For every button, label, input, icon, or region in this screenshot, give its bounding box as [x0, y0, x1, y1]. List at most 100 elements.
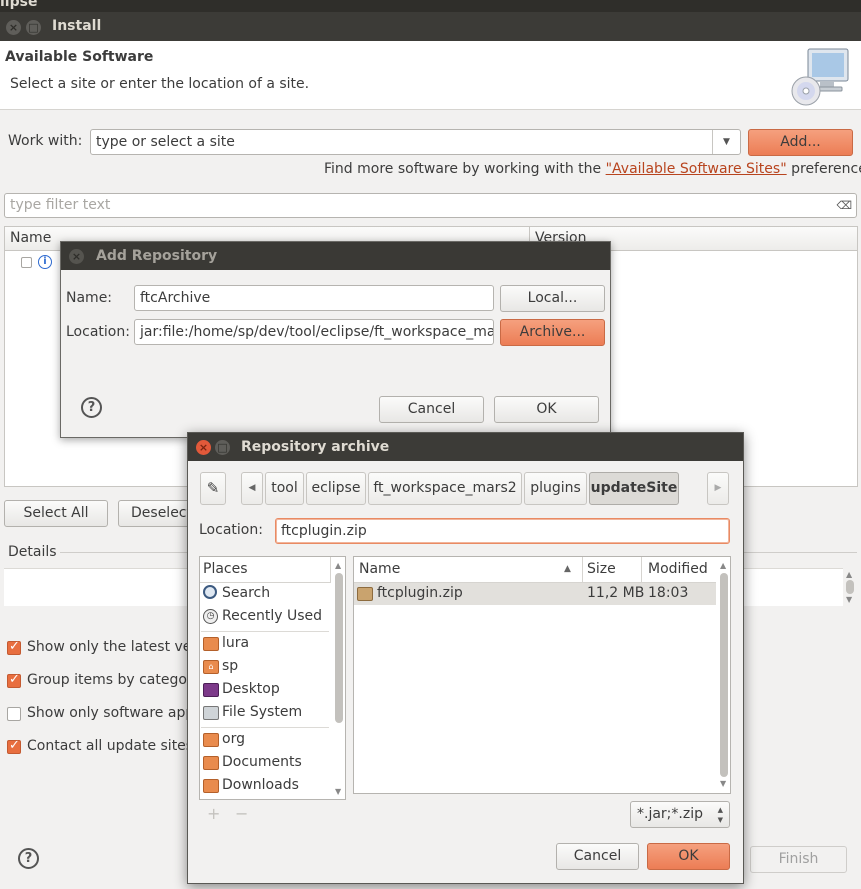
add-repository-dialog: × Add Repository Name: ftcArchive Local.…	[60, 241, 611, 438]
details-scrollbar[interactable]: ▲ ▼	[843, 568, 857, 606]
place-lura[interactable]: lura	[201, 634, 329, 656]
ok-button[interactable]: OK	[494, 396, 599, 423]
breadcrumb-updatesite[interactable]: updateSite	[589, 472, 679, 505]
folder-icon	[203, 733, 219, 747]
close-icon[interactable]: ×	[6, 20, 21, 35]
breadcrumb-ft-workspace[interactable]: ft_workspace_mars2	[368, 472, 522, 505]
top-strip: lipse	[0, 0, 861, 12]
work-with-combo[interactable]: type or select a site ▼	[90, 129, 741, 155]
place-org[interactable]: org	[201, 730, 329, 752]
repository-archive-titlebar: × □ Repository archive	[188, 433, 743, 461]
files-header: Name ▲ Size Modified	[354, 557, 716, 583]
documents-icon	[203, 756, 219, 770]
places-header-label: Places	[203, 561, 248, 577]
edit-path-button[interactable]: ✎	[200, 472, 226, 505]
file-column-size[interactable]: Size	[587, 561, 616, 577]
clear-filter-icon[interactable]: ⌫	[836, 194, 852, 217]
option-checkbox-applicable[interactable]	[7, 707, 21, 721]
place-label-sp: sp	[222, 658, 239, 674]
option-checkbox-contact[interactable]	[7, 738, 21, 754]
option-checkbox-group[interactable]	[7, 672, 21, 688]
add-repository-title: Add Repository	[96, 248, 218, 264]
files-pane[interactable]: Name ▲ Size Modified ftcplugin.zip 11,2 …	[353, 556, 731, 794]
archive-ok-button[interactable]: OK	[647, 843, 730, 870]
file-name: ftcplugin.zip	[377, 585, 463, 601]
name-value: ftcArchive	[140, 290, 211, 306]
help-icon[interactable]: ?	[18, 848, 39, 869]
cancel-button[interactable]: Cancel	[379, 396, 484, 423]
breadcrumb-tool[interactable]: tool	[265, 472, 304, 505]
column-name[interactable]: Name	[10, 230, 51, 246]
scroll-up-icon[interactable]: ▲	[335, 561, 341, 570]
help-icon[interactable]: ?	[81, 397, 102, 418]
files-col-divider-1	[582, 557, 583, 583]
places-scrollbar[interactable]: ▲ ▼	[333, 557, 345, 799]
place-recently-used[interactable]: ◷ Recently Used	[201, 607, 329, 629]
local-button[interactable]: Local...	[500, 285, 605, 312]
location-field[interactable]: jar:file:/home/sp/dev/tool/eclipse/ft_wo…	[134, 319, 494, 345]
close-icon[interactable]: ×	[69, 249, 84, 264]
scroll-down-icon[interactable]: ▼	[846, 595, 852, 604]
chevron-down-icon[interactable]: ▼	[712, 130, 740, 154]
option-checkbox-latest[interactable]	[7, 639, 21, 655]
option-label-group[interactable]: Group items by category	[27, 672, 201, 688]
path-back-arrow[interactable]: ◀	[241, 472, 263, 505]
breadcrumb-plugins[interactable]: plugins	[524, 472, 587, 505]
place-documents[interactable]: Documents	[201, 753, 329, 775]
places-separator-1	[201, 631, 329, 632]
scroll-thumb[interactable]	[335, 573, 343, 723]
archive-button[interactable]: Archive...	[500, 319, 605, 346]
files-scrollbar[interactable]: ▲ ▼	[718, 557, 730, 793]
select-all-button[interactable]: Select All	[4, 500, 108, 527]
place-desktop[interactable]: Desktop	[201, 680, 329, 702]
breadcrumb-eclipse[interactable]: eclipse	[306, 472, 366, 505]
name-label: Name:	[66, 290, 113, 306]
place-sp[interactable]: ⌂ sp	[201, 657, 329, 679]
places-header: Places	[200, 557, 331, 583]
add-site-button[interactable]: Add...	[748, 129, 853, 156]
desktop-icon	[203, 683, 219, 697]
top-title: lipse	[0, 0, 38, 10]
file-row[interactable]: ftcplugin.zip 11,2 MB 18:03	[354, 583, 716, 605]
filter-placeholder: type filter text	[10, 197, 111, 213]
name-field[interactable]: ftcArchive	[134, 285, 494, 311]
finish-button[interactable]: Finish	[750, 846, 847, 873]
file-column-name[interactable]: Name	[359, 561, 400, 577]
option-label-latest[interactable]: Show only the latest vers	[27, 639, 204, 655]
scroll-down-icon[interactable]: ▼	[335, 787, 341, 796]
window-title: Install	[52, 18, 102, 34]
place-downloads[interactable]: Downloads	[201, 776, 329, 798]
filter-input[interactable]: type filter text ⌫	[4, 193, 857, 218]
close-icon[interactable]: ×	[196, 440, 211, 455]
folder-icon	[203, 637, 219, 651]
file-size: 11,2 MB	[587, 585, 645, 601]
header-banner: Available Software Select a site or ente…	[0, 41, 861, 110]
archive-cancel-button[interactable]: Cancel	[556, 843, 639, 870]
archive-location-value: ftcplugin.zip	[281, 523, 367, 539]
file-column-modified[interactable]: Modified	[648, 561, 708, 577]
option-label-applicable[interactable]: Show only software app	[27, 705, 194, 721]
pencil-icon: ✎	[206, 479, 220, 497]
tree-row-checkbox[interactable]	[21, 257, 32, 268]
file-filter-combo[interactable]: *.jar;*.zip ▲ ▼	[630, 801, 730, 828]
scroll-thumb[interactable]	[846, 580, 854, 594]
scroll-thumb[interactable]	[720, 573, 728, 777]
maximize-icon[interactable]: □	[215, 440, 230, 455]
path-forward-arrow[interactable]: ▶	[707, 472, 729, 505]
maximize-icon[interactable]: □	[26, 20, 41, 35]
scroll-up-icon[interactable]: ▲	[720, 561, 726, 570]
option-label-contact[interactable]: Contact all update sites	[27, 738, 193, 754]
place-file-system[interactable]: File System	[201, 703, 329, 725]
available-sites-link[interactable]: "Available Software Sites"	[606, 161, 787, 177]
place-search[interactable]: Search	[201, 584, 329, 606]
add-place-button[interactable]: +	[207, 804, 220, 823]
scroll-up-icon[interactable]: ▲	[846, 570, 852, 579]
scroll-down-icon[interactable]: ▼	[720, 779, 726, 788]
combo-arrows-icon: ▲ ▼	[717, 806, 723, 824]
sort-ascending-icon[interactable]: ▲	[564, 564, 571, 574]
location-value: jar:file:/home/sp/dev/tool/eclipse/ft_wo…	[140, 324, 494, 340]
remove-place-button[interactable]: −	[235, 804, 248, 823]
archive-location-field[interactable]: ftcplugin.zip	[275, 518, 730, 544]
place-label-org: org	[222, 731, 245, 747]
deselect-all-button[interactable]: Deselect	[118, 500, 198, 527]
